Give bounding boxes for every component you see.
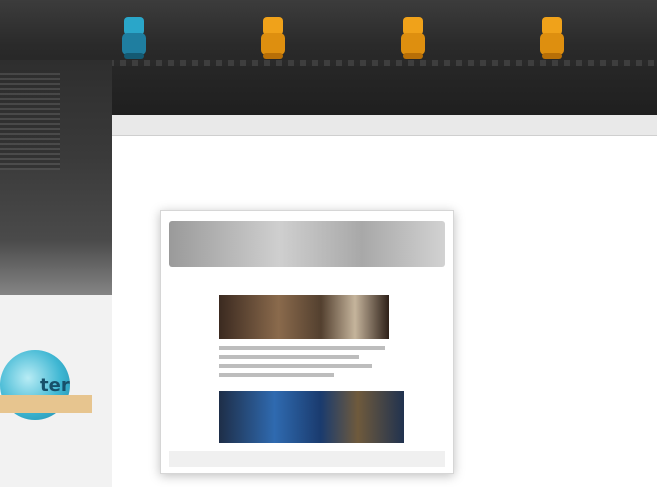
preview-header [169,221,445,267]
mascot-icon [259,17,287,61]
mascot-icon [538,17,566,61]
nav-item-4[interactable] [538,17,657,61]
preview-footer [169,451,445,467]
nav-item-2[interactable] [259,17,378,61]
header-strip [112,115,657,136]
badge-text: ter [40,375,70,396]
nav-item-3[interactable] [399,17,518,61]
mascot-icon [120,17,148,61]
preview-card[interactable] [160,210,454,474]
preview-text-lines [219,346,399,382]
preview-photo-top [219,295,389,339]
left-decorative-panel [0,60,112,300]
mascot-navigation [120,8,657,70]
right-column [482,222,654,240]
ribbon-decoration [0,395,92,413]
preview-photo-bottom [219,391,404,443]
nav-item-1[interactable] [120,17,239,61]
mascot-icon [399,17,427,61]
